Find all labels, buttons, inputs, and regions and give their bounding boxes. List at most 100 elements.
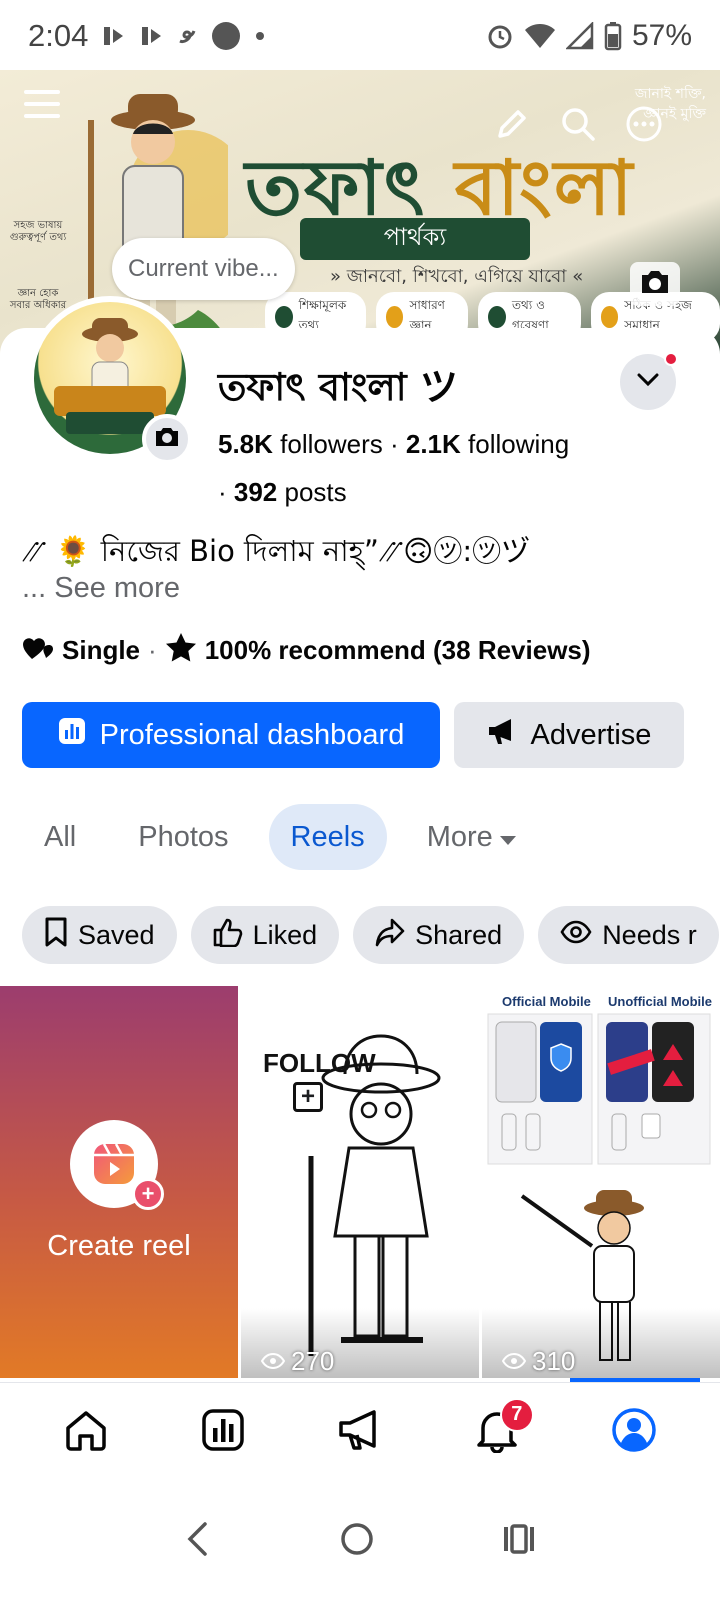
current-vibe-bubble[interactable]: Current vibe... [112,238,295,300]
tab-label: Reels [290,820,365,853]
dashboard-icon [201,1408,245,1457]
reel-thumbnail[interactable]: FOLLOW + 270 [241,986,479,1378]
status-left: 2:04 [28,18,266,54]
magnifier-icon [488,306,506,328]
view-count-value: 310 [532,1345,576,1376]
tab-label: More [426,820,493,853]
profile-dropdown-button[interactable] [620,352,678,410]
cover-quote-line: জানাই শক্তি, [634,86,706,102]
system-navigation [0,1482,720,1600]
alarm-icon [486,22,514,50]
chip-label: Shared [415,919,503,950]
wifi-icon [524,22,556,50]
thumbs-up-icon [213,917,243,954]
recommendation-text[interactable]: 100% recommend (38 Reviews) [205,635,591,666]
tab-reels[interactable]: Reels [268,804,387,870]
caret-down-icon [499,821,517,854]
book-icon [275,306,293,328]
nav-ads[interactable] [315,1388,405,1478]
advertise-button[interactable]: Advertise [454,702,684,768]
followers-stat[interactable]: 5.8K followers [218,429,383,459]
followers-count: 5.8K [218,429,273,459]
hearts-icon [22,633,54,668]
cover-left-note: সহজ ভাষায় গুরুত্বপূর্ণ তথ্য [9,220,67,243]
posts-count: 392 [233,477,278,507]
followers-label: followers [280,429,383,459]
media-icon [100,23,126,49]
chip-liked[interactable]: Liked [190,906,340,964]
nav-home[interactable] [41,1388,131,1478]
plus-icon: + [132,1178,164,1210]
target-icon [600,306,619,328]
eye-icon [560,920,592,951]
tab-all[interactable]: All [22,804,98,870]
following-count: 2.1K [405,429,461,459]
create-reel-tile[interactable]: + Create reel [0,986,238,1378]
content-tabs: All Photos Reels More [22,804,539,870]
battery-percent: 57% [631,19,692,52]
dashboard-icon [58,717,86,753]
cover-camera-button[interactable] [630,262,680,306]
share-icon [375,917,405,954]
professional-dashboard-button[interactable]: Professional dashboard [22,702,440,768]
menu-icon[interactable] [22,84,62,124]
star-icon [165,632,197,669]
battery-icon [604,21,622,51]
status-bar: 2:04 57% [0,0,720,72]
stats-separator: · [218,477,234,507]
nav-notifications[interactable]: 7 [452,1388,542,1478]
eye-icon [260,1346,286,1377]
more-icon[interactable] [624,104,664,144]
nav-dashboard[interactable] [178,1388,268,1478]
notifications-badge: 7 [499,1397,534,1432]
reel-thumbnail[interactable]: Official Mobile Unofficial Mobile 310 [482,986,720,1378]
chip-label: Saved [78,919,155,950]
tab-label: All [44,820,77,853]
chip-needs-review[interactable]: Needs r [538,906,719,964]
chip-label: Liked [252,919,318,950]
notification-dot [664,352,678,366]
nav-profile[interactable] [589,1388,679,1478]
following-stat[interactable]: 2.1K following [406,429,569,459]
megaphone-icon [337,1408,383,1457]
chip-shared[interactable]: Shared [353,906,525,964]
reel-view-count: 270 [260,1344,334,1378]
chip-saved[interactable]: Saved [22,906,177,964]
camera-icon [638,268,672,301]
back-icon[interactable] [183,1521,213,1562]
search-icon[interactable] [558,104,598,144]
home-circle-icon[interactable] [339,1521,375,1562]
bookmark-icon [44,917,68,954]
swirl-icon [176,25,198,47]
pencil-icon[interactable] [492,104,532,144]
camera-icon [153,425,181,454]
tab-photos[interactable]: Photos [116,804,250,870]
circle-icon [210,20,242,52]
status-time: 2:04 [28,18,89,53]
create-reel-label: Create reel [47,1230,191,1262]
profile-stats: 5.8K followers · 2.1K following · 392 po… [218,420,618,516]
plus-box-icon: + [293,1082,323,1112]
see-more-link[interactable]: ... See more [22,572,180,605]
chip-label: Needs r [602,919,697,950]
profile-bio: ⳼ 🌻 নিজের Bio দিলাম নাহ্”⳼🙃㋡:㋡ヅ [22,534,531,568]
following-label: following [468,429,570,459]
eye-icon [501,1346,527,1377]
advertise-label: Advertise [530,718,652,751]
megaphone-icon [487,717,517,753]
avatar-camera-button[interactable] [142,414,192,464]
posts-stat: 392 posts [234,477,347,507]
posts-label: posts [284,477,347,507]
cover-banner: পার্থক্য [300,218,530,260]
cover-left-note: জ্ঞান হোক সবার অধিকার [9,288,67,311]
status-right: 57% [486,19,692,53]
chevron-down-icon [636,372,660,393]
home-icon [64,1408,108,1457]
filter-chips: Saved Liked Shared Needs r [22,906,719,964]
cover-subtitle: » জানবো, শিখবো, এগিয়ে যাবো « [330,266,584,287]
tab-more[interactable]: More [405,804,539,870]
reel-view-count: 310 [501,1344,576,1378]
profile-name: তফাৎ বাংলা ツ [218,365,458,409]
recents-icon[interactable] [501,1521,537,1562]
dot-icon [254,30,266,42]
